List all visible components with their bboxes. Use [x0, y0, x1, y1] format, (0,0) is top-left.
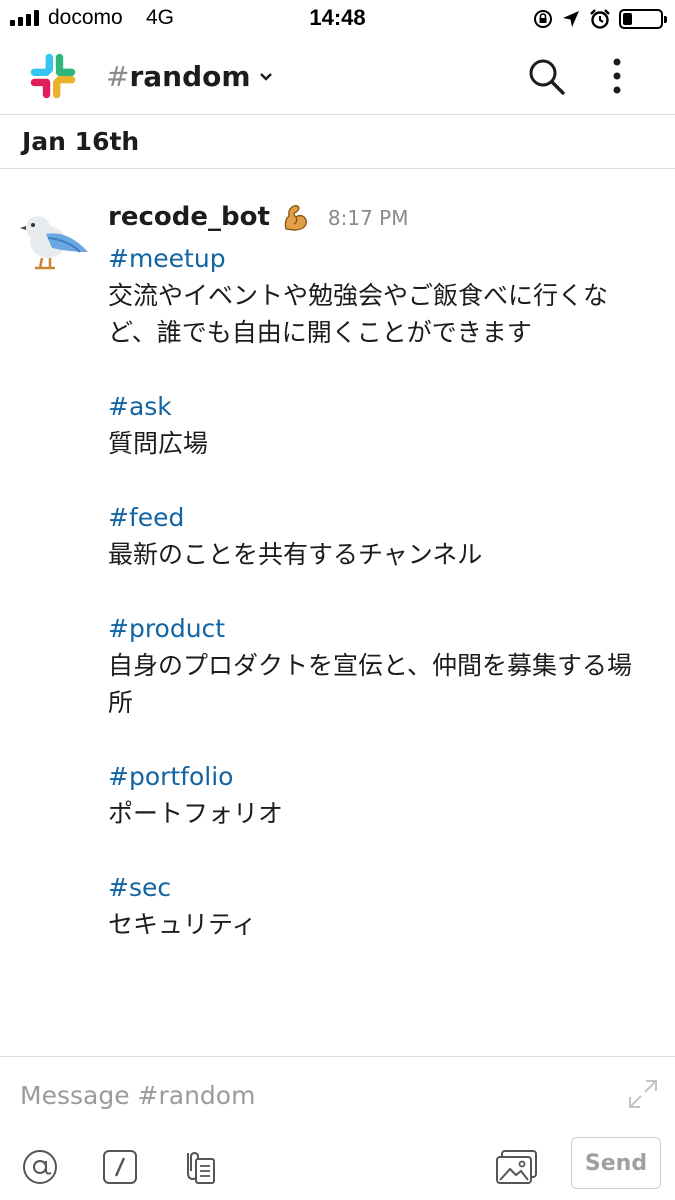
photo-library-icon[interactable] [494, 1147, 540, 1187]
channel-link[interactable]: #sec [108, 869, 648, 906]
date-label: Jan 16th [22, 127, 140, 156]
slash-command-icon[interactable] [100, 1147, 140, 1187]
channel-description: 自身のプロダクトを宣伝と、仲間を募集する場所 [108, 651, 633, 717]
channel-link[interactable]: #portfolio [108, 758, 648, 795]
search-icon[interactable] [526, 56, 566, 96]
sender-name[interactable]: recode_bot [108, 202, 270, 232]
alarm-icon [590, 9, 610, 29]
message-input[interactable] [20, 1077, 600, 1113]
message-header: recode_bot 8:17 PM [108, 202, 408, 232]
channel-description: ポートフォリオ [108, 799, 284, 828]
channel-link[interactable]: #ask [108, 388, 648, 425]
battery-level [623, 13, 632, 25]
message-composer: Send [0, 1056, 675, 1200]
rotation-lock-icon [534, 10, 552, 28]
channel-description: 最新のことを共有するチャンネル [108, 540, 483, 569]
message-time: 8:17 PM [327, 206, 409, 230]
channel-block: #ask 質問広場 [108, 388, 648, 462]
message-body: #meetup 交流やイベントや勉強会やご飯食べに行くなど、誰でも自由に開くこと… [108, 240, 648, 980]
slack-logo-icon[interactable] [28, 51, 78, 101]
bird-avatar[interactable] [18, 208, 90, 270]
attachment-icon[interactable] [178, 1147, 218, 1187]
more-vertical-icon[interactable] [604, 56, 630, 96]
channel-description: 交流やイベントや勉強会やご飯食べに行くなど、誰でも自由に開くことができます [108, 281, 609, 347]
channel-title[interactable]: # random [106, 60, 273, 93]
channel-hash: # [106, 60, 130, 93]
channel-link[interactable]: #feed [108, 499, 648, 536]
message-list[interactable]: recode_bot 8:17 PM #meetup 交流やイベントや勉強会やご… [0, 170, 675, 1056]
battery-icon [619, 9, 667, 29]
channel-link[interactable]: #product [108, 610, 648, 647]
channel-block: #product 自身のプロダクトを宣伝と、仲間を募集する場所 [108, 610, 648, 721]
location-icon [563, 11, 579, 27]
status-icons [533, 7, 667, 31]
status-bar: docomo 4G 14:48 [0, 0, 675, 38]
date-divider: Jan 16th [0, 116, 675, 169]
channel-block: #feed 最新のことを共有するチャンネル [108, 499, 648, 573]
expand-icon[interactable] [626, 1077, 660, 1111]
send-button[interactable]: Send [571, 1137, 661, 1189]
flexed-biceps-emoji-icon [284, 205, 307, 231]
channel-block: #sec セキュリティ [108, 869, 648, 943]
channel-description: 質問広場 [108, 429, 209, 458]
channel-name: random [129, 60, 251, 93]
channel-header: # random [0, 38, 675, 115]
channel-block: #meetup 交流やイベントや勉強会やご飯食べに行くなど、誰でも自由に開くこと… [108, 240, 648, 351]
chevron-down-icon [259, 72, 272, 81]
channel-description: セキュリティ [108, 910, 257, 939]
channel-link[interactable]: #meetup [108, 240, 648, 277]
channel-block: #portfolio ポートフォリオ [108, 758, 648, 832]
at-sign-icon[interactable] [20, 1147, 60, 1187]
